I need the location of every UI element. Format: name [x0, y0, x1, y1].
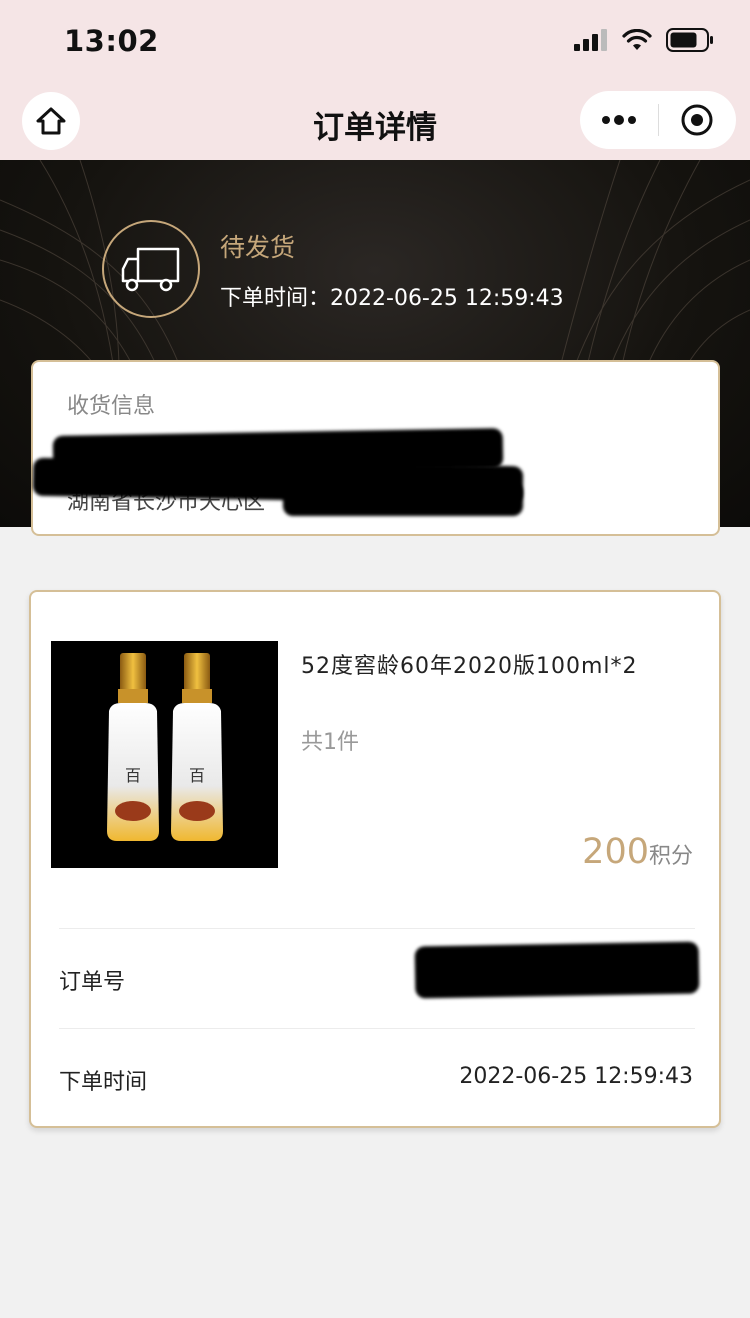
battery-icon — [666, 28, 713, 52]
order-time-value: 2022-06-25 12:59:43 — [330, 286, 564, 311]
shipping-info-card: 收货信息 湖南省长沙市天心区 — [31, 360, 720, 536]
product-name[interactable]: 52度窖龄60年2020版100ml*2 — [301, 648, 638, 680]
order-time-row-label: 下单时间 — [59, 1070, 148, 1095]
order-number-label: 订单号 — [59, 970, 126, 995]
truck-badge — [102, 220, 200, 318]
close-mini-program-button[interactable] — [659, 91, 737, 149]
order-status: 待发货 — [220, 233, 296, 262]
signal-icon — [574, 29, 607, 51]
product-image[interactable]: 百 百 — [51, 641, 278, 868]
status-icons — [574, 28, 714, 52]
status-bar: 13:02 — [0, 0, 750, 84]
wifi-icon — [622, 29, 652, 50]
mini-program-capsule — [580, 91, 736, 149]
svg-text:百: 百 — [125, 766, 141, 785]
points-unit: 积分 — [648, 844, 693, 869]
order-time-line: 下单时间：2022-06-25 12:59:43 — [220, 280, 564, 312]
redaction-mark — [414, 941, 700, 999]
order-detail-card: 百 百 52度窖龄60年2020版100ml*2 共1件 200积分 订单号 1… — [29, 590, 721, 1128]
more-button[interactable] — [580, 91, 658, 149]
svg-text:百: 百 — [189, 766, 205, 785]
divider — [59, 928, 695, 929]
bottles-illustration: 百 百 — [107, 653, 223, 841]
order-time-row-value: 2022-06-25 12:59:43 — [459, 1064, 693, 1089]
truck-icon — [121, 247, 180, 292]
target-icon — [681, 104, 713, 136]
product-count: 共1件 — [301, 730, 359, 755]
points-value: 200 — [582, 832, 649, 872]
shipping-info-label: 收货信息 — [67, 394, 156, 419]
nav-bar: 订单详情 — [0, 84, 750, 160]
divider — [59, 1028, 695, 1029]
status-time: 13:02 — [64, 24, 159, 58]
product-points: 200积分 — [582, 832, 693, 872]
more-icon — [601, 115, 636, 125]
order-time-label: 下单时间： — [220, 286, 331, 311]
redaction-mark — [283, 482, 523, 516]
